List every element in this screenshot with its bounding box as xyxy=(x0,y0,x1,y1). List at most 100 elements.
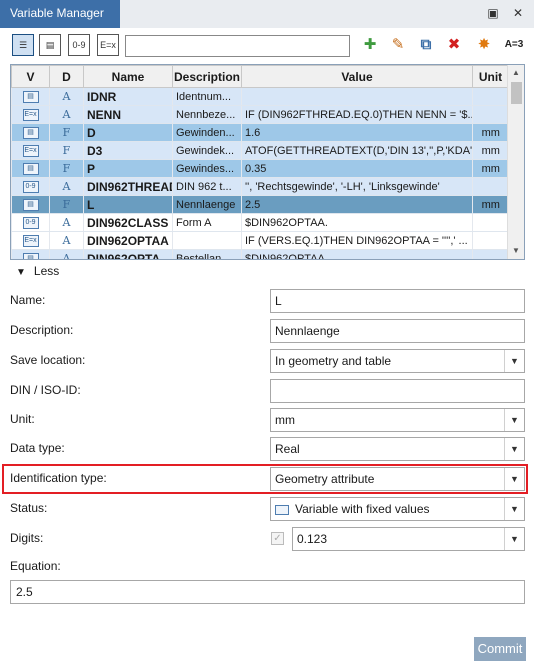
chevron-down-icon[interactable]: ▼ xyxy=(504,528,524,550)
chevron-down-icon[interactable]: ▼ xyxy=(504,409,524,431)
data-type-select[interactable]: Real ▼ xyxy=(270,437,525,461)
table-scrollbar[interactable]: ▲ ▼ xyxy=(507,65,524,259)
range-var-icon[interactable]: 0-9 xyxy=(68,34,90,56)
chevron-down-icon[interactable]: ▼ xyxy=(504,498,524,520)
form-row-save-location: Save location: In geometry and table ▼ xyxy=(0,349,534,373)
scroll-down-icon[interactable]: ▼ xyxy=(508,243,524,259)
data-type-icon: A xyxy=(49,177,84,196)
description-field[interactable]: Nennlaenge xyxy=(270,319,525,343)
column-header-v[interactable]: V xyxy=(11,65,50,88)
column-header-value[interactable]: Value xyxy=(241,65,473,88)
toolbar: ☰ ▤ 0-9 E=x ✚ ✎ ⧉ ✖ ✸ A=3 xyxy=(0,28,534,62)
table-row[interactable]: ▤ A IDNR Identnum... xyxy=(11,87,509,106)
column-header-unit[interactable]: Unit xyxy=(472,65,509,88)
equation-field[interactable]: 2.5 xyxy=(10,580,525,604)
row-value: '', 'Rechtsgewinde', '-LH', 'Linksgewind… xyxy=(241,177,473,196)
form-row-digits: Digits: ✓ 0.123 ▼ xyxy=(0,527,534,551)
column-header-d[interactable]: D xyxy=(49,65,84,88)
din-iso-field[interactable] xyxy=(270,379,525,403)
column-header-name[interactable]: Name xyxy=(83,65,173,88)
row-value: IF (DIN962FTHREAD.EQ.0)THEN NENN = '$... xyxy=(241,105,473,124)
row-value: ATOF(GETTHREADTEXT(D,'DIN 13','',P,'KDA'… xyxy=(241,141,473,160)
add-variable-icon[interactable]: ✚ xyxy=(360,35,380,55)
name-field[interactable]: L xyxy=(270,289,525,313)
var-type-cell: ▤ xyxy=(11,249,50,259)
scroll-up-icon[interactable]: ▲ xyxy=(508,65,524,81)
name-label: Name: xyxy=(10,293,46,307)
row-description: Bestellan... xyxy=(172,249,242,259)
data-type-icon: F xyxy=(49,141,84,160)
table-row[interactable]: E=x F D3 Gewindek... ATOF(GETTHREADTEXT(D,'D… xyxy=(11,141,509,160)
less-toggle[interactable]: ▼ Less xyxy=(16,264,59,278)
identification-type-select[interactable]: Geometry attribute ▼ xyxy=(270,467,525,491)
row-value: $DIN962OPTAA. xyxy=(241,249,473,259)
identification-type-value: Geometry attribute xyxy=(275,472,375,486)
collapse-triangle-icon: ▼ xyxy=(16,267,26,278)
table-row[interactable]: E=x A DIN962OPTAA IF (VERS.EQ.1)THEN DIN962… xyxy=(11,231,509,250)
expression-var-icon[interactable]: E=x xyxy=(97,34,119,56)
unit-select[interactable]: mm ▼ xyxy=(270,408,525,432)
scroll-thumb[interactable] xyxy=(511,82,522,104)
delete-variable-icon[interactable]: ✖ xyxy=(444,35,464,55)
var-type-icon: 0-9 xyxy=(22,180,39,193)
table-row[interactable]: ▤ F D Gewinden... 1.6 mm xyxy=(11,123,509,142)
chevron-down-icon[interactable]: ▼ xyxy=(504,438,524,460)
table-row[interactable]: E=x A NENN Nennbeze... IF (DIN962FTHREAD.EQ.… xyxy=(11,105,509,124)
list-view-icon[interactable]: ☰ xyxy=(12,34,34,56)
table-row[interactable]: ▤ A DIN962OPTA Bestellan... $DIN962OPTAA. xyxy=(11,249,509,259)
status-value: Variable with fixed values xyxy=(295,502,430,516)
rename-icon[interactable]: A=3 xyxy=(500,35,528,55)
restore-icon[interactable]: ▣ xyxy=(484,4,502,22)
table-row[interactable]: ▤ F L Nennlaenge 2.5 mm xyxy=(11,195,509,214)
data-type-icon: A xyxy=(49,213,84,232)
row-value: 0.35 xyxy=(241,159,473,178)
var-type-icon: E=x xyxy=(22,108,39,121)
column-header-description[interactable]: Description xyxy=(172,65,242,88)
form-row-status: Status: Variable with fixed values ▼ xyxy=(0,497,534,521)
var-type-cell: 0-9 xyxy=(11,213,50,232)
table-row[interactable]: 0-9 A DIN962THREAD DIN 962 t... '', 'Rechtsg… xyxy=(11,177,509,196)
data-type-icon: F xyxy=(49,195,84,214)
var-type-cell: ▤ xyxy=(11,123,50,142)
variables-table: V D Name Description Value Unit ▤ A IDNR Id… xyxy=(10,64,525,260)
edit-variable-icon[interactable]: ✎ xyxy=(388,35,408,55)
digits-select[interactable]: 0.123 ▼ xyxy=(292,527,525,551)
settings-icon[interactable]: ✸ xyxy=(474,35,494,55)
var-type-icon: ▤ xyxy=(22,90,39,103)
fixed-values-icon xyxy=(275,504,289,515)
digits-checkbox[interactable]: ✓ xyxy=(271,532,284,545)
var-type-cell: ▤ xyxy=(11,87,50,106)
row-unit xyxy=(472,177,509,196)
description-label: Description: xyxy=(10,323,74,337)
row-name: P xyxy=(83,159,173,178)
data-type-label: Data type: xyxy=(10,441,65,455)
search-input[interactable] xyxy=(125,35,350,57)
chevron-down-icon[interactable]: ▼ xyxy=(504,350,524,372)
commit-button[interactable]: Commit xyxy=(474,637,526,661)
data-type-icon: F xyxy=(49,159,84,178)
var-type-icon: ▤ xyxy=(22,198,39,211)
row-name: DIN962CLASS xyxy=(83,213,173,232)
window-title: Variable Manager xyxy=(0,0,120,28)
row-description: Nennlaenge xyxy=(172,195,242,214)
row-unit: mm xyxy=(472,123,509,142)
row-name: DIN962OPTAA xyxy=(83,231,173,250)
row-description: Nennbeze... xyxy=(172,105,242,124)
row-name: DIN962THREAD xyxy=(83,177,173,196)
copy-variable-icon[interactable]: ⧉ xyxy=(416,35,436,55)
var-type-icon: ▤ xyxy=(22,252,39,259)
equation-label: Equation: xyxy=(10,559,61,573)
status-select[interactable]: Variable with fixed values ▼ xyxy=(270,497,525,521)
close-icon[interactable]: ✕ xyxy=(509,4,527,22)
var-type-cell: ▤ xyxy=(11,195,50,214)
chevron-down-icon[interactable]: ▼ xyxy=(504,468,524,490)
row-description: Gewindes... xyxy=(172,159,242,178)
form-row-identification-type: Identification type: Geometry attribute ▼ xyxy=(0,467,534,491)
table-row[interactable]: ▤ F P Gewindes... 0.35 mm xyxy=(11,159,509,178)
row-unit xyxy=(472,87,509,106)
detail-view-icon[interactable]: ▤ xyxy=(39,34,61,56)
table-row[interactable]: 0-9 A DIN962CLASS Form A $DIN962OPTAA. xyxy=(11,213,509,232)
form-row-data-type: Data type: Real ▼ xyxy=(0,437,534,461)
var-type-icon: 0-9 xyxy=(22,216,39,229)
save-location-select[interactable]: In geometry and table ▼ xyxy=(270,349,525,373)
